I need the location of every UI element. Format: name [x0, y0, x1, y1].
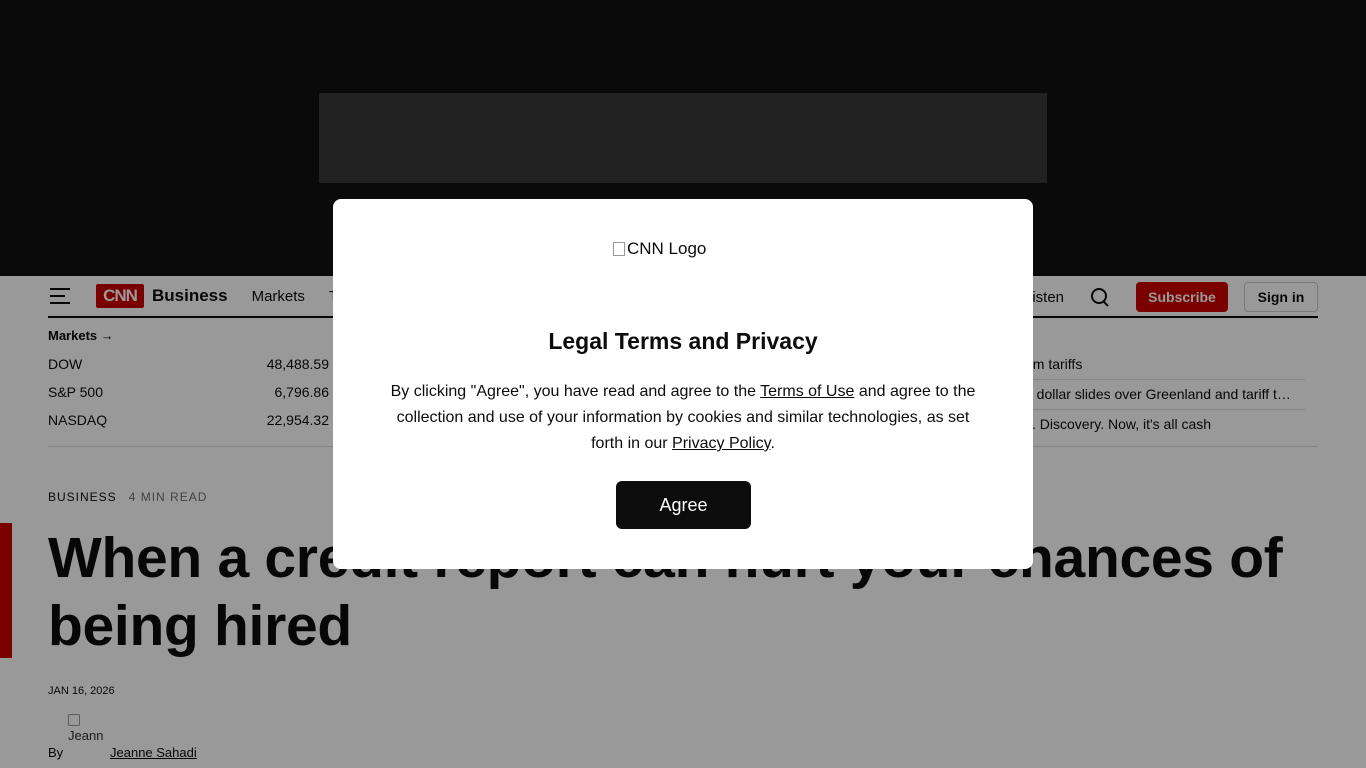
terms-of-use-link[interactable]: Terms of Use: [760, 383, 854, 400]
consent-modal: CNN Logo Legal Terms and Privacy By clic…: [333, 199, 1033, 569]
modal-body-text: By clicking "Agree", you have read and a…: [390, 383, 761, 400]
modal-title: Legal Terms and Privacy: [548, 328, 818, 354]
broken-image-icon: [613, 242, 625, 256]
logo-alt-text: CNN Logo: [627, 239, 707, 258]
modal-body-text: .: [770, 435, 775, 452]
agree-button[interactable]: Agree: [616, 481, 751, 529]
privacy-policy-link[interactable]: Privacy Policy: [672, 435, 770, 452]
cnn-logo-image: CNN Logo: [613, 239, 753, 259]
modal-body: By clicking "Agree", you have read and a…: [383, 379, 983, 457]
